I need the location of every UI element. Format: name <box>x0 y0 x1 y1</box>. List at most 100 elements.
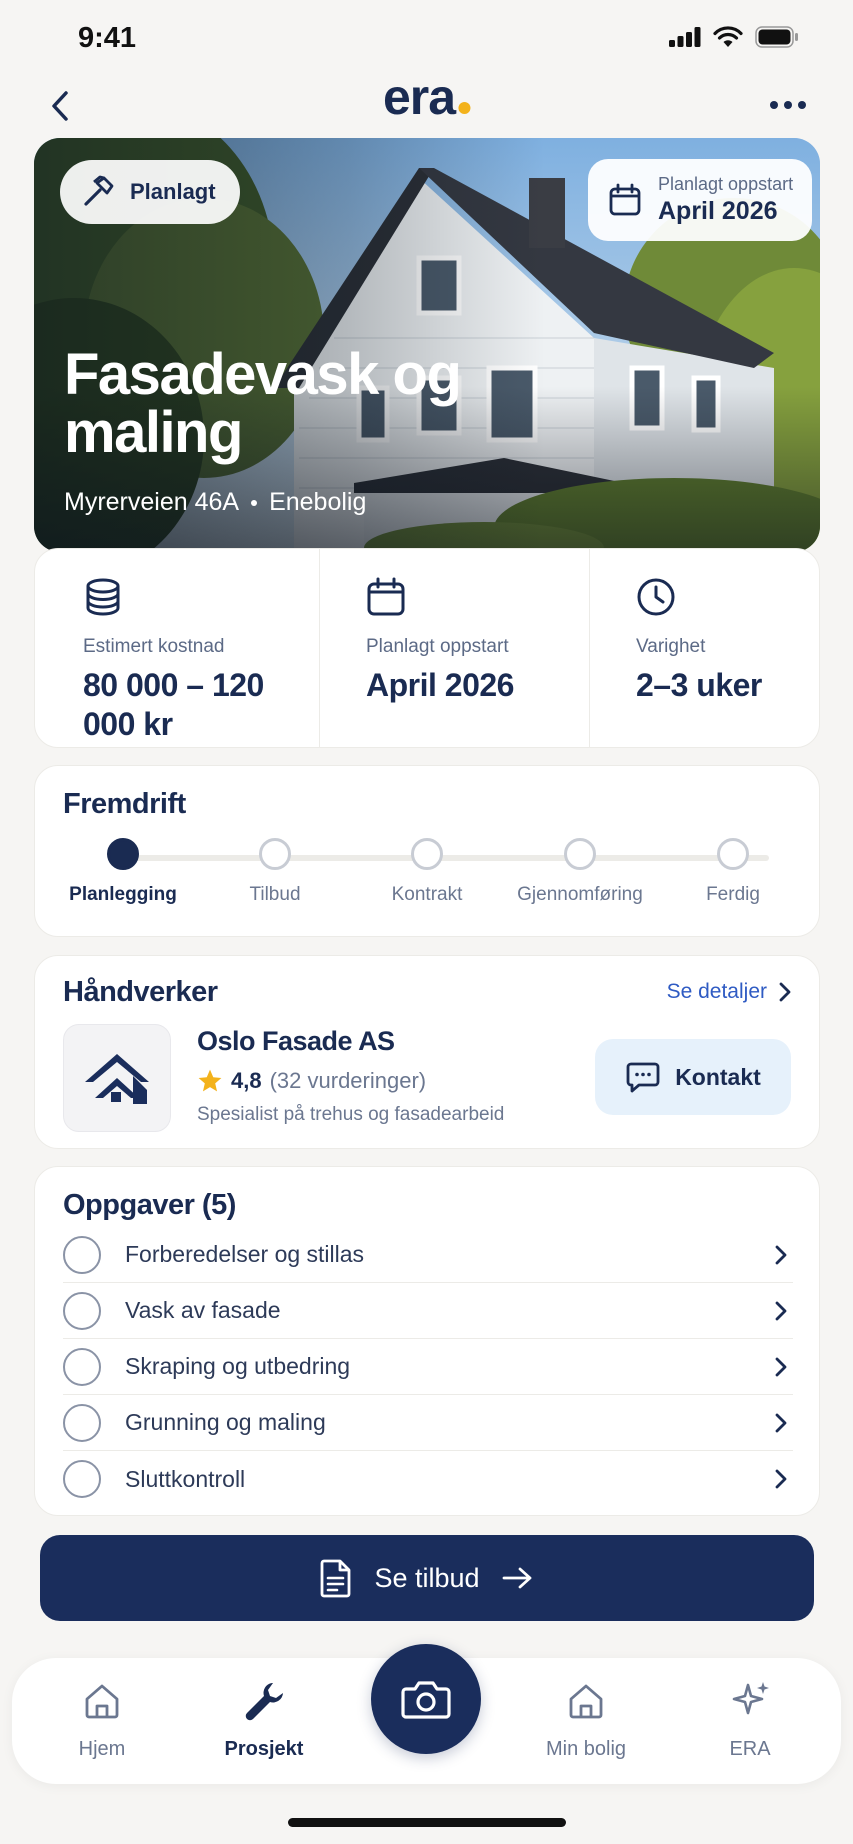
home-icon <box>85 1684 119 1719</box>
contact-button[interactable]: Kontakt <box>595 1039 791 1115</box>
nav-item-my-home[interactable]: Min bolig <box>516 1676 656 1761</box>
step-dot <box>259 838 291 870</box>
see-details-link[interactable]: Se detaljer <box>667 980 791 1004</box>
chevron-right-icon <box>779 982 791 1002</box>
stat-estimated-cost: Estimert kostnad 80 000 – 120 000 kr <box>35 549 319 747</box>
rating-value: 4,8 <box>231 1068 262 1093</box>
separator-dot <box>251 499 258 506</box>
chevron-right-icon <box>775 1301 787 1320</box>
camera-button[interactable] <box>371 1644 481 1754</box>
step-label: Ferdig <box>706 884 760 905</box>
project-title: Fasadevask og maling <box>64 342 462 465</box>
camera-icon <box>401 1681 451 1719</box>
signal-icon <box>669 27 701 47</box>
task-label: Forberedelser og stillas <box>125 1241 365 1267</box>
company-name[interactable]: Oslo Fasade AS <box>197 1026 395 1057</box>
task-row[interactable]: Forberedelser og stillas <box>63 1227 793 1283</box>
status-time: 9:41 <box>78 22 137 54</box>
nav-item-era[interactable]: ERA <box>680 1676 820 1761</box>
task-label: Skraping og utbedring <box>125 1353 351 1379</box>
stat-label: Varighet <box>636 636 706 657</box>
era-logo: era <box>382 68 471 126</box>
task-checkbox[interactable] <box>63 1403 101 1442</box>
step-dot <box>107 838 139 870</box>
bottom-navigation: Hjem Prosjekt Min bolig ERA <box>12 1644 841 1784</box>
task-checkbox[interactable] <box>63 1291 101 1330</box>
progress-card: Fremdrift Planlegging Tilbud Kontrakt Gj… <box>34 765 820 937</box>
coins-icon <box>86 578 120 616</box>
company-description: Spesialist på trehus og fasadearbeid <box>197 1104 505 1125</box>
home-indicator[interactable] <box>288 1818 566 1827</box>
wrench-icon <box>245 1683 283 1721</box>
chevron-right-icon <box>775 1469 787 1489</box>
see-offer-button[interactable]: Se tilbud <box>40 1535 814 1621</box>
nav-label: Min bolig <box>545 1738 627 1760</box>
task-list: Forberedelser og stillas Vask av fasade … <box>63 1227 793 1507</box>
rating-count: (32 vurderinger) <box>269 1068 427 1093</box>
stat-value: 2–3 uker <box>636 667 762 703</box>
task-row[interactable]: Vask av fasade <box>63 1283 793 1339</box>
stat-duration: Varighet 2–3 uker <box>589 549 819 747</box>
logo-dot <box>458 102 471 114</box>
task-row[interactable]: Sluttkontroll <box>63 1451 793 1507</box>
task-row[interactable]: Grunning og maling <box>63 1395 793 1451</box>
calendar-icon <box>367 577 405 616</box>
see-offer-label: Se tilbud <box>374 1562 480 1593</box>
company-logo <box>63 1024 171 1132</box>
stat-label: Estimert kostnad <box>83 636 225 657</box>
star-icon <box>198 1069 222 1092</box>
tasks-title: Oppgaver (5) <box>63 1189 236 1221</box>
task-label: Sluttkontroll <box>125 1465 246 1492</box>
chat-icon <box>626 1062 660 1093</box>
planned-start-chip: Planlagt oppstart April 2026 <box>588 159 812 241</box>
logo-text: era <box>382 69 456 125</box>
chevron-right-icon <box>775 1245 787 1264</box>
project-address-line: Myrerveien 46A Enebolig <box>64 488 366 517</box>
stat-value: April 2026 <box>366 667 514 703</box>
step-dot <box>717 838 749 870</box>
chevron-right-icon <box>775 1357 787 1376</box>
see-details-label: Se detaljer <box>666 980 767 1003</box>
company-rating: 4,8 (32 vurderinger) <box>197 1068 426 1094</box>
arrow-right-icon <box>502 1567 531 1589</box>
nav-item-project[interactable]: Prosjekt <box>194 1676 334 1761</box>
stat-planned-start: Planlagt oppstart April 2026 <box>319 549 589 747</box>
clock-icon <box>637 578 675 616</box>
task-checkbox[interactable] <box>63 1347 101 1386</box>
back-button[interactable] <box>40 82 80 130</box>
progress-step-done: Ferdig <box>643 838 823 906</box>
task-row[interactable]: Skraping og utbedring <box>63 1339 793 1395</box>
stat-label: Planlagt oppstart <box>366 636 509 657</box>
planned-start-value: April 2026 <box>658 197 778 225</box>
property-type: Enebolig <box>269 488 367 516</box>
planned-start-label: Planlagt oppstart <box>658 174 794 194</box>
contact-label: Kontakt <box>675 1063 761 1090</box>
chevron-left-icon <box>52 91 68 121</box>
nav-label: ERA <box>729 1738 771 1760</box>
project-stats-card: Estimert kostnad 80 000 – 120 000 kr Pla… <box>34 548 820 748</box>
nav-label: Hjem <box>78 1738 126 1760</box>
document-icon <box>321 1559 351 1598</box>
more-button[interactable] <box>763 90 813 120</box>
calendar-icon <box>609 183 641 216</box>
tasks-card: Oppgaver (5) Forberedelser og stillas Va… <box>34 1166 820 1516</box>
house-icon <box>569 1684 603 1719</box>
stat-value: 80 000 – 120 000 kr <box>83 667 264 742</box>
wifi-icon <box>713 26 743 47</box>
craftsman-title: Håndverker <box>63 976 218 1008</box>
roof-logo-icon <box>85 1054 149 1104</box>
chevron-right-icon <box>775 1413 787 1432</box>
task-checkbox[interactable] <box>63 1460 101 1498</box>
status-label: Planlagt <box>130 179 216 204</box>
project-address: Myrerveien 46A <box>64 488 240 516</box>
task-label: Grunning og maling <box>125 1409 326 1435</box>
sparkle-icon <box>732 1682 769 1715</box>
craftsman-card: Håndverker Se detaljer Oslo Fasade AS 4,… <box>34 955 820 1149</box>
nav-item-home[interactable]: Hjem <box>32 1676 172 1761</box>
project-hero: Planlagt Planlagt oppstart April 2026 Fa… <box>34 138 820 552</box>
app-header: era <box>0 69 853 140</box>
task-label: Vask av fasade <box>125 1297 281 1323</box>
step-dot <box>411 838 443 870</box>
task-checkbox[interactable] <box>63 1235 101 1274</box>
status-bar: 9:41 <box>0 0 853 72</box>
